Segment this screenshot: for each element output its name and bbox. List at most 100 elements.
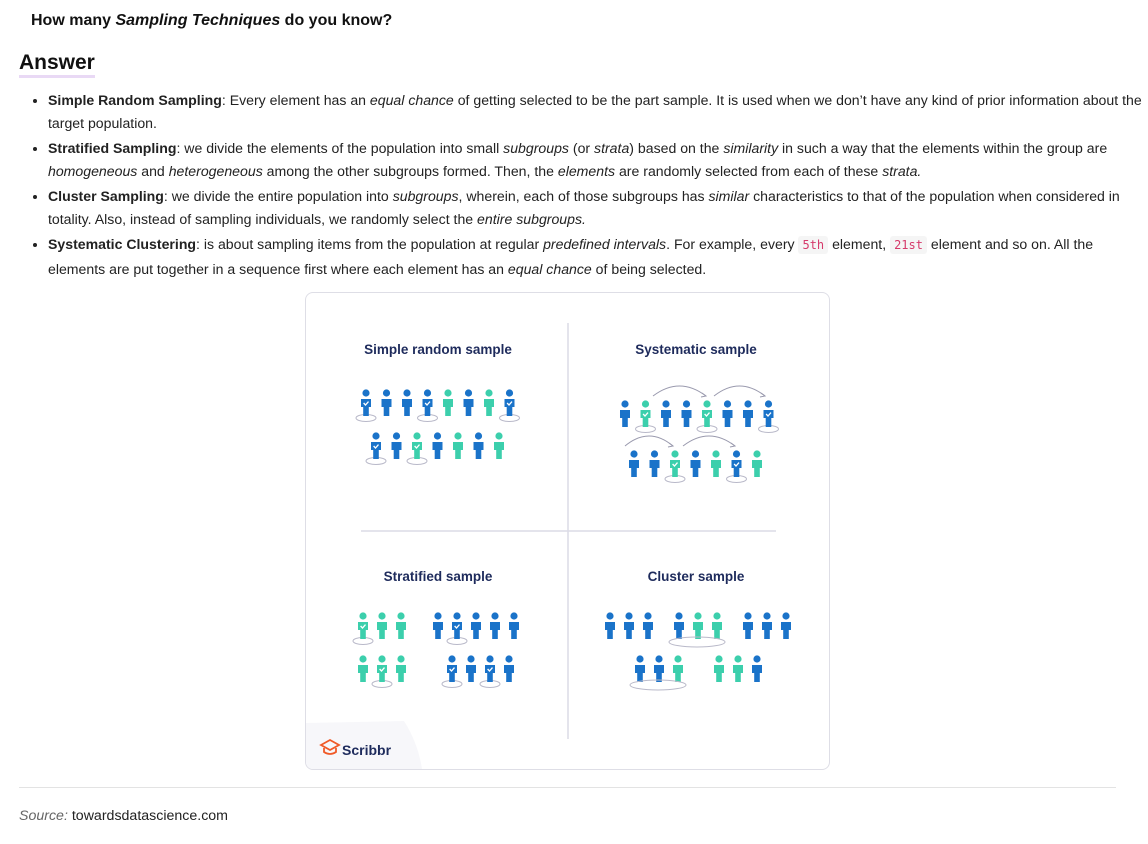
person-icon <box>624 612 634 639</box>
person-icon <box>494 432 504 459</box>
person-icon <box>643 612 653 639</box>
definition-text: subgroups <box>392 188 459 205</box>
selected-person-icon <box>758 400 779 433</box>
source-line: Source: towardsdatascience.com <box>19 808 228 824</box>
person-icon <box>402 389 412 416</box>
person-icon <box>391 432 402 459</box>
people-icons <box>352 385 791 691</box>
interval-arrow <box>713 385 766 397</box>
selected-person-icon <box>352 612 374 645</box>
selected-person-icon <box>365 432 387 465</box>
selected-person-icon <box>479 655 501 688</box>
definition-item: Simple Random Sampling: Every element ha… <box>48 89 1142 136</box>
definition-text: , wherein, each of those subgroups has <box>458 188 709 205</box>
definition-text: strata. <box>882 163 922 180</box>
person-icon <box>443 389 453 416</box>
source-site: towardsdatascience.com <box>71 808 228 824</box>
person-icon <box>377 612 387 639</box>
question-emphasis: Sampling Techniques <box>115 12 281 29</box>
inline-code: 21st <box>890 236 927 255</box>
definition-text: entire subgroups. <box>477 211 586 228</box>
inline-code: 5th <box>798 236 829 255</box>
person-icon <box>605 612 615 639</box>
person-icon <box>471 612 481 639</box>
person-icon <box>358 655 368 682</box>
selected-person-icon <box>371 655 393 688</box>
definition-term: Stratified Sampling <box>48 140 177 157</box>
definition-text: element, <box>828 236 891 253</box>
person-icon <box>712 612 722 639</box>
definition-text: subgroups <box>503 140 569 157</box>
definition-text: predefined intervals <box>543 236 667 253</box>
definition-text: similar <box>708 188 750 205</box>
person-icon <box>396 655 406 682</box>
selected-person-icon <box>441 655 463 688</box>
person-icon <box>690 450 701 477</box>
person-icon <box>433 612 443 639</box>
person-icon <box>381 389 392 416</box>
person-icon <box>681 400 692 427</box>
person-icon <box>781 612 791 639</box>
person-icon <box>711 450 721 477</box>
definition-text: and <box>137 163 169 180</box>
question-prefix: How many <box>31 12 116 29</box>
question-suffix: do you know? <box>280 12 393 29</box>
person-icon <box>654 655 664 682</box>
panel-title-systematic: Systematic sample <box>635 342 757 357</box>
person-icon <box>620 400 630 427</box>
person-icon <box>762 612 772 639</box>
selected-person-icon <box>696 400 718 433</box>
definition-item: Cluster Sampling: we divide the entire p… <box>48 185 1142 232</box>
definition-item: Systematic Clustering: is about sampling… <box>48 233 1142 281</box>
person-icon <box>743 612 753 639</box>
person-icon <box>722 400 733 427</box>
footer-divider <box>19 787 1116 788</box>
panel-title-simple-random: Simple random sample <box>364 342 512 357</box>
selected-person-icon <box>664 450 686 483</box>
selected-person-icon <box>446 612 468 645</box>
definition-text: similarity <box>723 140 779 157</box>
person-icon <box>432 432 443 459</box>
person-icon <box>484 389 494 416</box>
brand-name: Scribbr <box>342 742 392 758</box>
definition-text: (or <box>568 140 595 157</box>
person-icon <box>752 655 762 682</box>
person-icon <box>673 655 683 682</box>
sampling-figure: Simple random sample Systematic sample S… <box>305 292 830 770</box>
definition-text: among the other subgroups formed. Then, … <box>262 163 558 180</box>
definition-text: : Every element has an <box>221 92 370 108</box>
person-icon <box>490 612 500 639</box>
person-icon <box>635 655 645 682</box>
person-icon <box>509 612 519 639</box>
person-icon <box>674 612 684 639</box>
selected-person-icon <box>406 432 428 465</box>
definition-list: Simple Random Sampling: Every element ha… <box>28 89 1142 282</box>
definition-term: Systematic Clustering <box>48 236 197 253</box>
definition-term: Simple Random Sampling <box>48 92 222 108</box>
person-icon <box>473 432 484 459</box>
selected-person-icon <box>355 389 377 422</box>
interval-arrow <box>682 435 736 447</box>
sampling-illustration: Simple random sample Systematic sample S… <box>306 323 791 769</box>
person-icon <box>466 655 476 682</box>
definition-text: : we divide the entire population into <box>163 188 393 205</box>
person-icon <box>649 450 660 477</box>
person-icon <box>733 655 743 682</box>
panel-title-cluster: Cluster sample <box>648 569 745 584</box>
definition-text: heterogeneous <box>168 163 263 180</box>
definition-text: . For example, every <box>666 236 799 253</box>
selected-person-icon <box>726 450 747 483</box>
definition-text: homogeneous <box>48 163 138 180</box>
definition-text: strata <box>594 140 630 157</box>
panel-title-stratified: Stratified sample <box>384 569 493 584</box>
interval-arrow <box>624 435 674 447</box>
selected-person-icon <box>635 400 656 433</box>
source-label: Source: <box>19 808 68 824</box>
selected-person-icon <box>417 389 438 422</box>
person-icon <box>752 450 762 477</box>
definition-text: in such a way that the elements within t… <box>778 140 1108 157</box>
definition-text: of being selected. <box>591 260 707 277</box>
question-heading: How many Sampling Techniques do you know… <box>31 12 392 30</box>
selected-person-icon <box>499 389 520 422</box>
definition-text: equal chance <box>369 92 454 108</box>
